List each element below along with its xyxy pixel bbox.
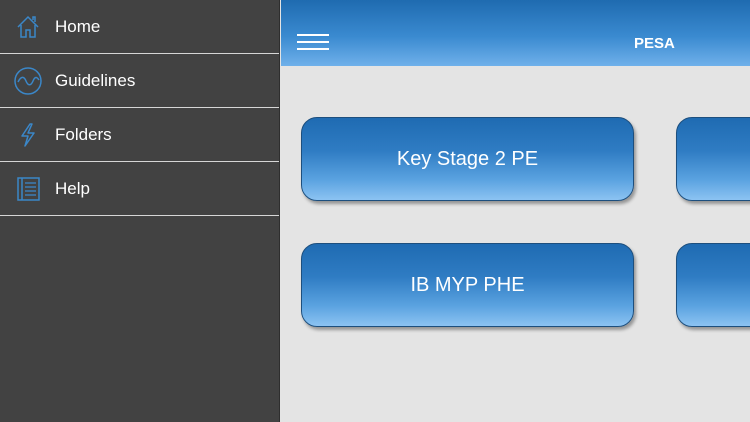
card-label: IB MYP PHE — [410, 273, 525, 296]
sidebar-item-folders[interactable]: Folders — [0, 108, 279, 162]
sidebar-item-label: Folders — [55, 124, 112, 144]
course-card-partial-bottom-right[interactable] — [676, 243, 750, 327]
sidebar: Home Guidelines Folders Help — [0, 0, 280, 422]
wave-circle-icon — [13, 66, 43, 96]
course-card-key-stage-2-pe[interactable]: Key Stage 2 PE — [301, 117, 634, 201]
top-bar: PESA — [281, 0, 750, 66]
sidebar-item-label: Help — [55, 178, 90, 198]
sidebar-item-home[interactable]: Home — [0, 0, 279, 54]
app-screen: Home Guidelines Folders Help PESA Key St… — [0, 0, 750, 422]
home-icon — [13, 12, 43, 42]
sidebar-item-help[interactable]: Help — [0, 162, 279, 216]
card-label: Key Stage 2 PE — [396, 147, 539, 170]
course-card-ib-myp-phe[interactable]: IB MYP PHE — [301, 243, 634, 327]
hamburger-menu-icon[interactable] — [297, 34, 331, 52]
sidebar-item-label: Guidelines — [55, 70, 136, 90]
course-card-partial-top-right[interactable] — [676, 117, 750, 201]
lightning-icon — [13, 120, 43, 150]
document-list-icon — [13, 174, 43, 204]
sidebar-item-label: Home — [55, 16, 101, 36]
app-title: PESA — [634, 35, 675, 52]
sidebar-item-guidelines[interactable]: Guidelines — [0, 54, 279, 108]
